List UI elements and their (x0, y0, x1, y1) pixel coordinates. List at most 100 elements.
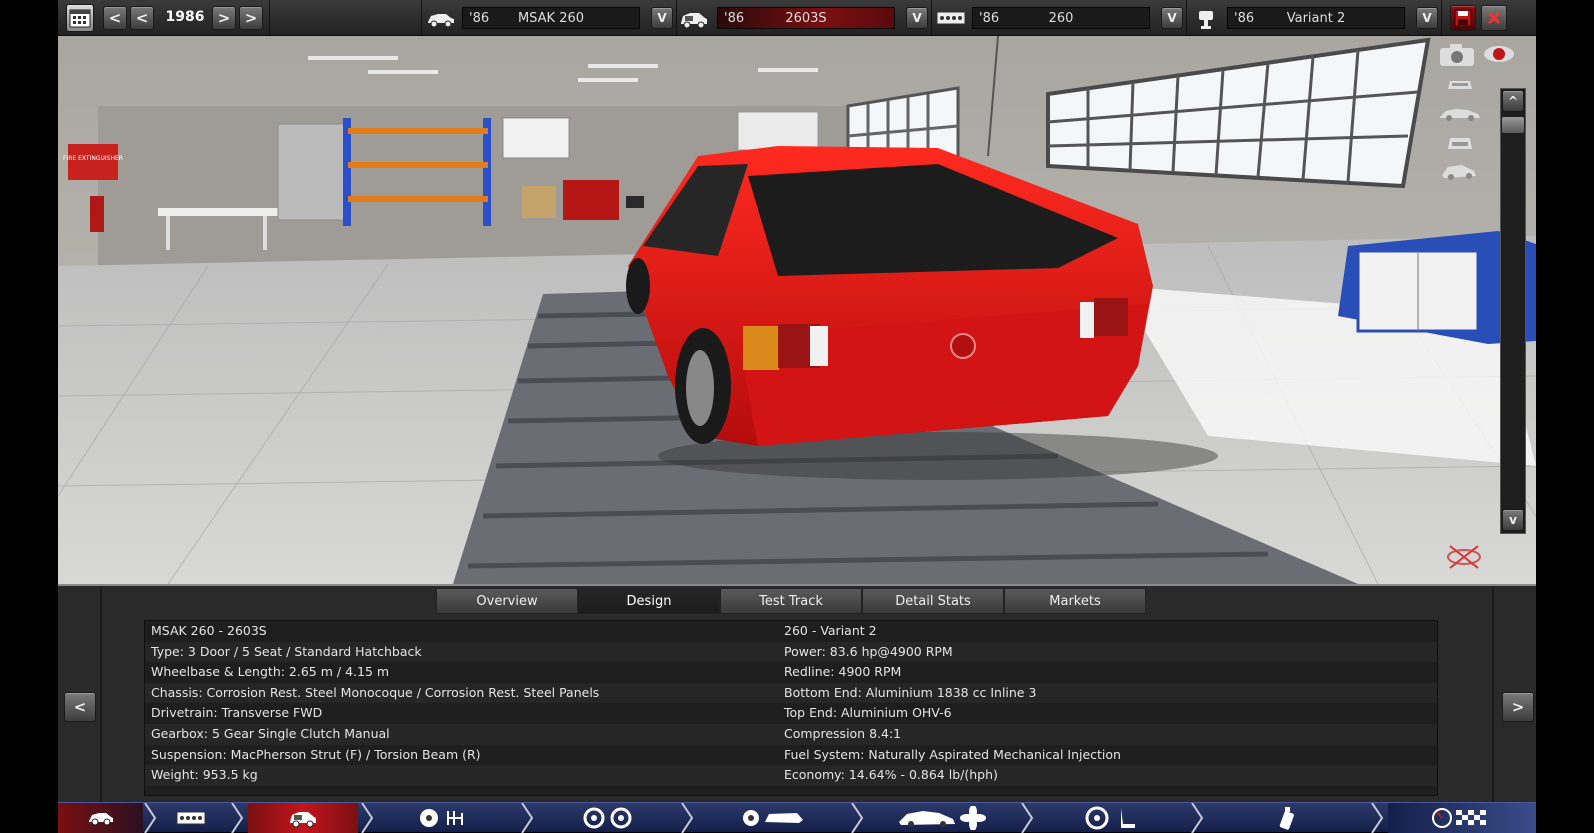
stat-right: Bottom End: Aluminium 1838 cc Inline 3 (784, 684, 1037, 700)
year-prev-fast-button[interactable]: < (103, 6, 127, 30)
variant-section: '86 Variant 2 V (1187, 0, 1442, 36)
stat-right: 260 - Variant 2 (784, 623, 877, 638)
aero-fan-icon (899, 806, 986, 830)
stat-left: Type: 3 Door / 5 Seat / Standard Hatchba… (151, 643, 422, 659)
engine-dropdown-button[interactable]: V (1161, 7, 1183, 29)
chevron-right-icon (681, 803, 694, 833)
trim-dropdown-button[interactable]: V (906, 7, 928, 29)
fire-sign-text: FIRE EXTINGUISHER (63, 155, 123, 162)
stat-right: Redline: 4900 RPM (784, 664, 902, 680)
tab-markets[interactable]: Markets (1004, 588, 1146, 614)
tab-test-track[interactable]: Test Track (720, 588, 862, 614)
close-icon[interactable] (1481, 5, 1507, 31)
save-icon[interactable] (1450, 5, 1476, 31)
model-dropdown-button[interactable]: V (651, 7, 673, 29)
nav-trim-stage[interactable] (248, 803, 358, 833)
trim-name: 2603S (785, 11, 827, 26)
year-next-button[interactable]: > (212, 6, 236, 30)
zoom-slider-thumb[interactable] (1502, 117, 1524, 133)
chevron-right-icon (521, 803, 534, 833)
design-stage-navbar (58, 802, 1536, 833)
nav-wheels-stage[interactable] (538, 803, 678, 833)
model-name: MSAK 260 (517, 11, 585, 26)
rear-view-icon[interactable] (1444, 134, 1476, 152)
tab-design[interactable]: Design (578, 588, 720, 614)
year-display: 1986 (165, 9, 205, 25)
camera-icon[interactable] (1438, 42, 1478, 68)
nav-model-stage[interactable] (58, 803, 143, 833)
stat-left: Suspension: MacPherson Strut (F) / Torsi… (151, 746, 481, 762)
wheels-icon (583, 807, 632, 829)
variant-dropdown-button[interactable]: V (1416, 7, 1438, 29)
fire-sign (68, 144, 118, 180)
car-3d-viewport[interactable]: FIRE EXTINGUISHER (58, 36, 1536, 584)
model-section: '86 MSAK 260 V (422, 0, 677, 36)
prev-page-button[interactable]: < (64, 692, 96, 722)
game-frame: < < 1986 > > '86 MSAK 260 V '86 2603S V … (58, 0, 1536, 833)
year-prev-button[interactable]: < (130, 6, 154, 30)
garage-scene: FIRE EXTINGUISHER (58, 36, 1536, 584)
top-toolbar: < < 1986 > > '86 MSAK 260 V '86 2603S V … (58, 0, 1536, 36)
engine-block-icon (936, 10, 966, 26)
nav-engine-stage[interactable] (153, 803, 228, 833)
trim-selector[interactable]: '86 2603S (717, 7, 895, 29)
eye-icon[interactable] (1482, 44, 1516, 64)
variant-selector[interactable]: '86 Variant 2 (1227, 7, 1405, 29)
zoom-up-button[interactable]: ^ (1502, 90, 1524, 112)
stat-right: Compression 8.4:1 (784, 726, 902, 741)
nav-body-stage[interactable] (698, 803, 848, 833)
year-next-fast-button[interactable]: > (239, 6, 263, 30)
stat-right: Fuel System: Naturally Aspirated Mechani… (784, 746, 1121, 762)
nav-aero-stage[interactable] (868, 803, 1018, 833)
piston-icon (1195, 8, 1217, 30)
stats-row: Suspension: MacPherson Strut (F) / Torsi… (145, 745, 1437, 766)
chevron-right-icon (1191, 803, 1204, 833)
variant-name: Variant 2 (1286, 11, 1346, 26)
stats-row: Type: 3 Door / 5 Seat / Standard Hatchba… (145, 641, 1437, 663)
nav-interior-stage[interactable] (1038, 803, 1188, 833)
calendar-icon[interactable] (66, 4, 94, 32)
chassis-suspension-icon (420, 809, 463, 827)
stats-row: Drivetrain: Transverse FWD Top End: Alumi… (145, 703, 1437, 724)
body-panel-icon (743, 810, 803, 826)
stats-row: MSAK 260 - 2603S 260 - Variant 2 (145, 621, 1437, 642)
stat-right: Economy: 14.64% - 0.864 lb/(hph) (784, 767, 998, 783)
engine-name: 260 (1048, 11, 1074, 26)
app-window: < < 1986 > > '86 MSAK 260 V '86 2603S V … (0, 0, 1594, 833)
stat-right: Top End: Aluminium OHV-6 (784, 705, 952, 721)
stats-row: Chassis: Corrosion Rest. Steel Monocoque… (145, 682, 1437, 704)
stats-row: Gearbox: 5 Gear Single Clutch Manual Comp… (145, 724, 1437, 745)
stat-left: Weight: 953.5 kg (151, 767, 258, 783)
front-view-icon[interactable] (1444, 76, 1476, 92)
model-selector[interactable]: '86 MSAK 260 (462, 7, 640, 29)
stats-row: Weight: 953.5 kg Economy: 14.64% - 0.864 … (145, 765, 1437, 786)
tab-detail-stats[interactable]: Detail Stats (862, 588, 1004, 614)
chevron-right-icon (231, 803, 244, 833)
chevron-right-icon (1371, 803, 1384, 833)
stat-left: Wheelbase & Length: 2.65 m / 4.15 m (151, 664, 390, 680)
perspective-view-icon[interactable] (1440, 162, 1478, 182)
year-section: < < 1986 > > (58, 0, 270, 36)
spray-paint-icon (1279, 807, 1294, 830)
chevron-right-icon (144, 803, 157, 833)
steering-seat-icon (1085, 806, 1135, 830)
engine-selector[interactable]: '86 260 (972, 7, 1150, 29)
car-trim-icon (679, 9, 709, 29)
side-view-icon[interactable] (1438, 106, 1482, 122)
next-page-button[interactable]: > (1502, 692, 1534, 722)
trim-section: '86 2603S V (677, 0, 932, 36)
car-body-icon (426, 10, 456, 28)
stats-row: Wheelbase & Length: 2.65 m / 4.15 m Redli… (145, 662, 1437, 683)
nav-chassis-stage[interactable] (378, 803, 518, 833)
chevron-right-icon (1021, 803, 1034, 833)
chevron-right-icon (361, 803, 374, 833)
nav-test-stage[interactable] (1388, 803, 1536, 833)
nav-fixtures-stage[interactable] (1208, 803, 1368, 833)
zoom-down-button[interactable]: v (1502, 509, 1524, 531)
car-trim-icon (290, 812, 316, 828)
stat-left: Gearbox: 5 Gear Single Clutch Manual (151, 726, 390, 741)
camera-zoom-rail[interactable]: ^ v (1500, 88, 1526, 534)
tab-overview[interactable]: Overview (436, 588, 578, 614)
engine-block-icon (176, 811, 205, 825)
reset-camera-icon[interactable] (1444, 542, 1484, 572)
